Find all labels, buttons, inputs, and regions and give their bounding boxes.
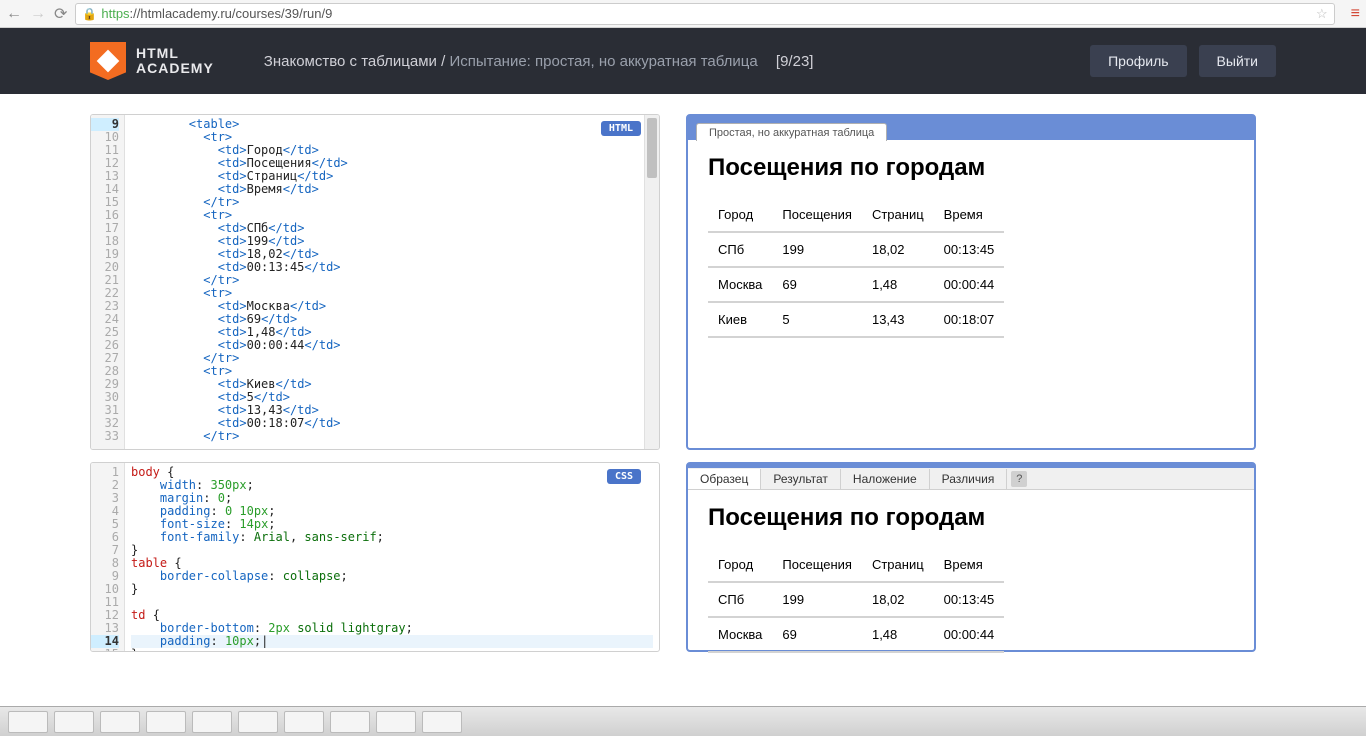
- taskbar-item[interactable]: [330, 711, 370, 733]
- reference-table: ГородПосещенияСтраницВремяСПб19918,0200:…: [708, 548, 1004, 653]
- profile-button[interactable]: Профиль: [1090, 45, 1186, 77]
- preview-table: ГородПосещенияСтраницВремяСПб19918,0200:…: [708, 198, 1004, 338]
- taskbar-item[interactable]: [376, 711, 416, 733]
- browser-toolbar: ← → ⟳ 🔒 https ://htmlacademy.ru/courses/…: [0, 0, 1366, 28]
- progress-indicator: [9/23]: [776, 53, 814, 70]
- table-header-cell: Время: [934, 198, 1005, 232]
- logo-text-2: ACADEMY: [136, 61, 214, 76]
- url-path: ://htmlacademy.ru/courses/39/run/9: [130, 6, 333, 21]
- scrollbar-vertical[interactable]: [644, 115, 659, 449]
- comparison-tab-Различия[interactable]: Различия: [930, 469, 1008, 489]
- table-header-cell: Посещения: [772, 198, 862, 232]
- html-code-area[interactable]: <table> <tr> <td>Город</td> <td>Посещени…: [125, 115, 659, 449]
- back-icon[interactable]: ←: [6, 5, 22, 23]
- lock-icon: 🔒: [82, 7, 97, 21]
- reference-heading: Посещения по городам: [708, 504, 1234, 532]
- table-header-cell: Город: [708, 548, 772, 582]
- table-row: Киев513,4300:18:07: [708, 302, 1004, 337]
- reload-icon[interactable]: ⟳: [54, 4, 67, 24]
- table-row: СПб19918,0200:13:45: [708, 582, 1004, 617]
- html-editor[interactable]: HTML 91011121314151617181920212223242526…: [90, 114, 660, 450]
- logo[interactable]: HTML ACADEMY: [90, 42, 214, 80]
- preview-heading: Посещения по городам: [708, 154, 1234, 182]
- table-header-cell: Посещения: [772, 548, 862, 582]
- comparison-tab-Результат[interactable]: Результат: [761, 469, 841, 489]
- css-badge: CSS: [607, 469, 641, 484]
- logo-text-1: HTML: [136, 46, 214, 61]
- table-row: СПб19918,0200:13:45: [708, 232, 1004, 267]
- css-gutter: 123456789101112131415: [91, 463, 125, 651]
- table-header-cell: Страниц: [862, 548, 934, 582]
- os-taskbar: [0, 706, 1366, 736]
- reference-body: Посещения по городам ГородПосещенияСтран…: [688, 490, 1254, 667]
- comparison-tab-Образец[interactable]: Образец: [688, 469, 761, 489]
- taskbar-item[interactable]: [54, 711, 94, 733]
- html-badge: HTML: [601, 121, 641, 136]
- breadcrumb-task: Испытание: простая, но аккуратная таблиц…: [449, 53, 757, 70]
- result-preview: Простая, но аккуратная таблица Посещения…: [686, 114, 1256, 450]
- comparison-tab-Наложение[interactable]: Наложение: [841, 469, 930, 489]
- reference-preview: ОбразецРезультатНаложениеРазличия? Посещ…: [686, 462, 1256, 652]
- taskbar-item[interactable]: [146, 711, 186, 733]
- hamburger-menu-icon[interactable]: ≡: [1351, 5, 1360, 23]
- site-header: HTML ACADEMY Знакомство с таблицами / Ис…: [0, 28, 1366, 94]
- bookmark-star-icon[interactable]: ☆: [1316, 6, 1328, 22]
- breadcrumb-course[interactable]: Знакомство с таблицами /: [264, 53, 445, 70]
- taskbar-item[interactable]: [8, 711, 48, 733]
- html-gutter: 9101112131415161718192021222324252627282…: [91, 115, 125, 449]
- preview-body: Посещения по городам ГородПосещенияСтран…: [688, 140, 1254, 352]
- table-header-cell: Время: [934, 548, 1005, 582]
- url-bar[interactable]: 🔒 https ://htmlacademy.ru/courses/39/run…: [75, 3, 1334, 25]
- table-header-cell: Город: [708, 198, 772, 232]
- forward-icon[interactable]: →: [30, 5, 46, 23]
- logo-badge-icon: [90, 42, 126, 80]
- table-row: Москва691,4800:00:44: [708, 617, 1004, 652]
- preview-header: Простая, но аккуратная таблица: [688, 116, 1254, 140]
- table-header-cell: Страниц: [862, 198, 934, 232]
- preview-tab[interactable]: Простая, но аккуратная таблица: [696, 123, 887, 141]
- logout-button[interactable]: Выйти: [1199, 45, 1276, 77]
- breadcrumb: Знакомство с таблицами / Испытание: прос…: [264, 53, 1090, 70]
- url-scheme: https: [101, 6, 129, 21]
- taskbar-item[interactable]: [100, 711, 140, 733]
- css-editor[interactable]: CSS 123456789101112131415 body { width: …: [90, 462, 660, 652]
- taskbar-item[interactable]: [284, 711, 324, 733]
- help-icon[interactable]: ?: [1011, 471, 1027, 487]
- css-code-area[interactable]: body { width: 350px; margin: 0; padding:…: [125, 463, 659, 651]
- taskbar-item[interactable]: [192, 711, 232, 733]
- table-row: Москва691,4800:00:44: [708, 267, 1004, 302]
- comparison-tabs: ОбразецРезультатНаложениеРазличия?: [688, 468, 1254, 490]
- taskbar-item[interactable]: [238, 711, 278, 733]
- taskbar-item[interactable]: [422, 711, 462, 733]
